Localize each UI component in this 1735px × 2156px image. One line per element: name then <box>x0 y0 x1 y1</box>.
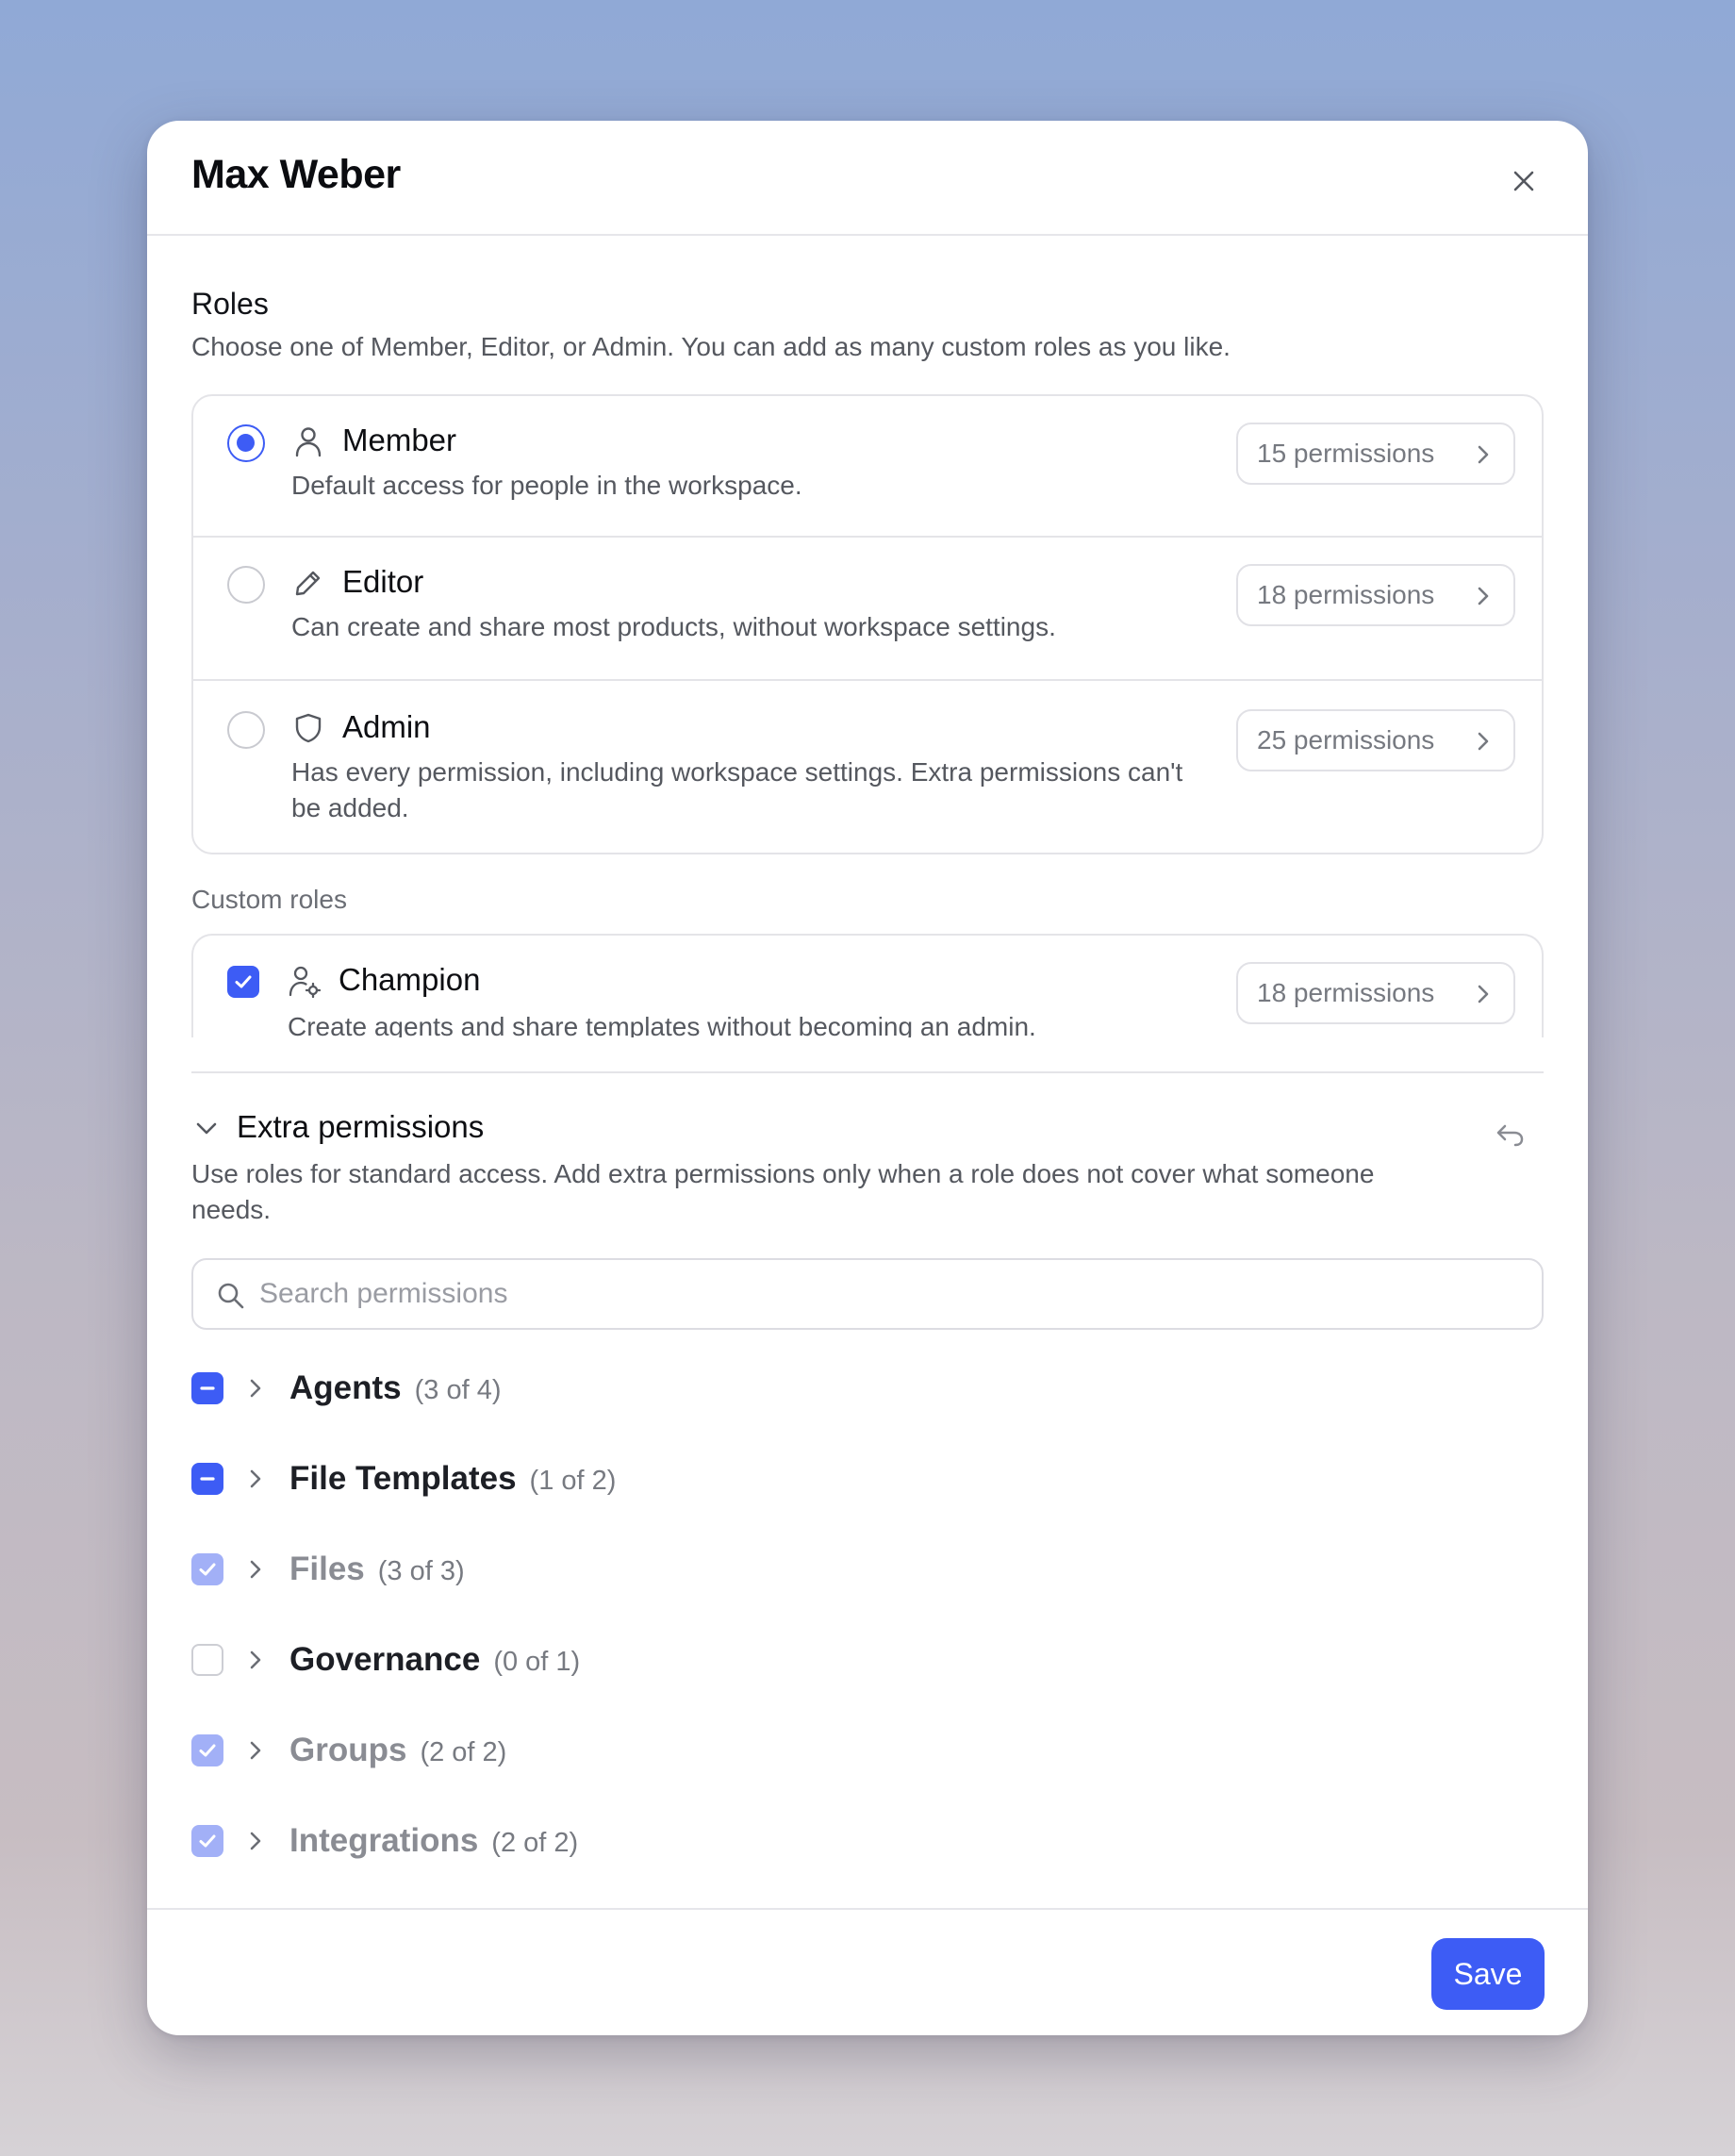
dialog-footer: Save <box>147 1908 1588 2035</box>
undo-icon <box>1496 1124 1524 1147</box>
group-count: (3 of 4) <box>414 1375 502 1405</box>
group-count: (3 of 3) <box>377 1556 465 1586</box>
group-label: Agents (3 of 4) <box>289 1369 502 1407</box>
group-label: File Templates (1 of 2) <box>289 1460 616 1498</box>
permissions-count: 15 permissions <box>1257 439 1435 468</box>
role-radio-editor[interactable] <box>227 566 265 604</box>
permission-group-groups[interactable]: Groups (2 of 2) <box>191 1722 1040 1779</box>
dialog-header: Max Weber <box>147 121 1588 236</box>
chevron-right-icon[interactable] <box>246 1377 265 1400</box>
group-label: Files (3 of 3) <box>289 1551 465 1588</box>
custom-role-champion[interactable]: Champion Create agents and share templat… <box>193 936 1542 1037</box>
reset-button[interactable] <box>1495 1122 1526 1153</box>
close-icon <box>1513 171 1534 191</box>
user-gear-icon <box>288 964 322 998</box>
role-description: Has every permission, including workspac… <box>291 757 1183 822</box>
role-name: Admin <box>342 709 431 744</box>
group-label: Integrations (2 of 2) <box>289 1822 578 1860</box>
role-name: Member <box>342 423 457 457</box>
roles-description: Choose one of Member, Editor, or Admin. … <box>191 332 1231 361</box>
permissions-count: 18 permissions <box>1257 978 1435 1007</box>
group-checkbox[interactable] <box>191 1825 223 1857</box>
group-checkbox[interactable] <box>191 1734 223 1766</box>
group-label: Governance (0 of 1) <box>289 1641 580 1679</box>
role-permissions-button[interactable]: 18 permissions <box>1236 962 1515 1024</box>
minus-icon <box>200 1386 215 1390</box>
group-name: Agents <box>289 1369 402 1406</box>
permission-group-integrations[interactable]: Integrations (2 of 2) <box>191 1813 1040 1869</box>
role-permissions-button[interactable]: 18 permissions <box>1236 564 1515 626</box>
pencil-icon <box>291 566 325 600</box>
roles-list: Member Default access for people in the … <box>191 394 1544 854</box>
group-checkbox[interactable] <box>191 1463 223 1495</box>
role-permissions-button[interactable]: 25 permissions <box>1236 709 1515 771</box>
group-name: File Templates <box>289 1460 517 1497</box>
section-divider <box>191 1071 1544 1073</box>
permission-group-governance[interactable]: Governance (0 of 1) <box>191 1632 1040 1688</box>
permission-group-file-templates[interactable]: File Templates (1 of 2) <box>191 1451 1040 1507</box>
extra-permissions-description: Use roles for standard access. Add extra… <box>191 1159 1375 1224</box>
group-count: (2 of 2) <box>420 1737 507 1767</box>
checkmark-icon <box>235 975 252 988</box>
role-radio-admin[interactable] <box>227 711 265 749</box>
permissions-count: 18 permissions <box>1257 580 1435 609</box>
checkmark-icon <box>199 1563 216 1576</box>
close-button[interactable] <box>1505 162 1543 200</box>
extra-permissions-toggle[interactable]: Extra permissions <box>237 1109 484 1145</box>
save-button[interactable]: Save <box>1431 1938 1545 2010</box>
chevron-right-icon <box>1478 732 1489 751</box>
chevron-right-icon[interactable] <box>246 1649 265 1671</box>
role-option-editor[interactable]: Editor Can create and share most product… <box>193 536 1542 679</box>
checkmark-icon <box>199 1834 216 1848</box>
chevron-right-icon[interactable] <box>246 1739 265 1762</box>
role-option-member[interactable]: Member Default access for people in the … <box>193 396 1542 536</box>
permissions-count: 25 permissions <box>1257 725 1435 755</box>
role-option-admin[interactable]: Admin Has every permission, including wo… <box>193 679 1542 853</box>
group-name: Governance <box>289 1641 481 1678</box>
role-name: Editor <box>342 564 424 599</box>
chevron-right-icon[interactable] <box>246 1830 265 1852</box>
group-label: Groups (2 of 2) <box>289 1732 506 1769</box>
search-input[interactable] <box>259 1260 1523 1328</box>
minus-icon <box>200 1477 215 1481</box>
group-count: (1 of 2) <box>529 1466 617 1496</box>
role-description: Can create and share most products, with… <box>291 612 1056 641</box>
chevron-right-icon <box>1478 985 1489 1003</box>
role-description: Create agents and share templates withou… <box>288 1012 1036 1037</box>
group-checkbox[interactable] <box>191 1644 223 1676</box>
chevron-right-icon[interactable] <box>246 1468 265 1490</box>
user-icon <box>291 424 325 458</box>
permission-group-agents[interactable]: Agents (3 of 4) <box>191 1360 1040 1417</box>
custom-roles-heading: Custom roles <box>191 885 347 914</box>
role-description: Default access for people in the workspa… <box>291 471 802 500</box>
group-count: (2 of 2) <box>491 1828 579 1858</box>
chevron-right-icon <box>1478 445 1489 464</box>
dialog-title: Max Weber <box>191 152 401 197</box>
group-checkbox[interactable] <box>191 1553 223 1585</box>
group-checkbox[interactable] <box>191 1372 223 1404</box>
role-radio-member[interactable] <box>227 424 265 462</box>
group-name: Integrations <box>289 1822 479 1859</box>
member-roles-dialog: Max Weber Roles Choose one of Member, Ed… <box>147 121 1588 2035</box>
roles-heading: Roles <box>191 287 269 321</box>
group-name: Files <box>289 1551 365 1587</box>
chevron-down-icon[interactable] <box>194 1117 219 1141</box>
permission-group-files[interactable]: Files (3 of 3) <box>191 1541 1040 1598</box>
checkmark-icon <box>199 1744 216 1757</box>
chevron-right-icon[interactable] <box>246 1558 265 1581</box>
role-name: Champion <box>339 962 481 997</box>
custom-role-checkbox[interactable] <box>227 966 259 998</box>
shield-icon <box>291 711 325 745</box>
group-count: (0 of 1) <box>493 1647 581 1677</box>
role-permissions-button[interactable]: 15 permissions <box>1236 423 1515 485</box>
chevron-right-icon <box>1478 587 1489 605</box>
group-name: Groups <box>289 1732 407 1768</box>
custom-roles-list: Champion Create agents and share templat… <box>191 934 1544 1037</box>
search-icon <box>218 1283 244 1309</box>
search-box <box>191 1258 1544 1330</box>
